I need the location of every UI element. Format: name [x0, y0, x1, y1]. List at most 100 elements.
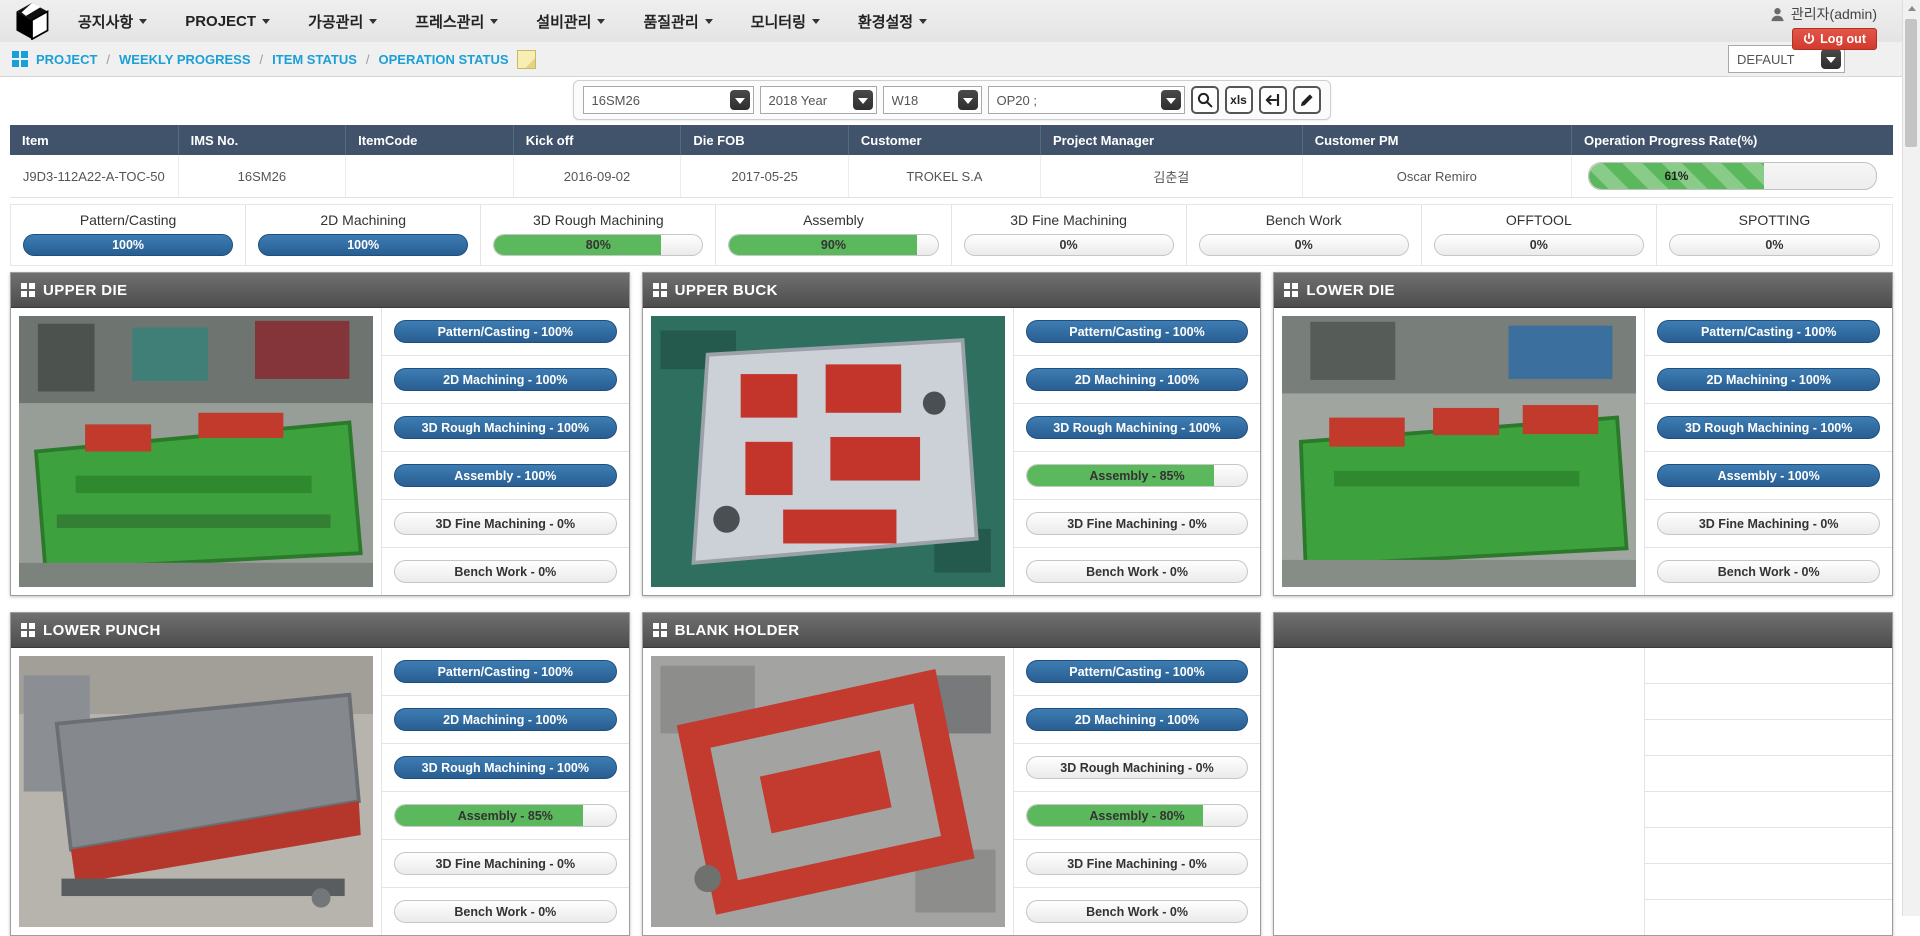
- step-row: Bench Work - 0%: [1014, 888, 1261, 935]
- step-row: 2D Machining - 100%: [1014, 696, 1261, 744]
- step-row: Pattern/Casting - 100%: [382, 308, 629, 356]
- breadcrumb-link[interactable]: ITEM STATUS: [272, 52, 357, 67]
- progress-pill[interactable]: 3D Rough Machining - 100%: [1657, 416, 1880, 439]
- column-header: Kick off: [513, 125, 681, 155]
- nav-menu-item[interactable]: 공지사항: [78, 11, 147, 32]
- filter-select-year[interactable]: 2018 Year: [760, 86, 877, 114]
- nav-menu-item[interactable]: 프레스관리: [415, 11, 498, 32]
- progress-pill[interactable]: 3D Fine Machining - 0%: [1026, 512, 1249, 535]
- pill-label: 3D Fine Machining - 0%: [1699, 517, 1839, 531]
- panel-upper-buck: UPPER BUCK Pattern/Casting - 100% 2D Machi…: [642, 272, 1262, 596]
- app-logo-icon[interactable]: [12, 2, 52, 40]
- grid-icon: [653, 623, 667, 637]
- progress-pill[interactable]: 3D Fine Machining - 0%: [1657, 512, 1880, 535]
- progress-pill[interactable]: 2D Machining - 100%: [1026, 368, 1249, 391]
- nav-menu-item[interactable]: PROJECT: [185, 13, 270, 30]
- progress-pill[interactable]: 3D Rough Machining - 100%: [394, 756, 617, 779]
- pill-label: 100%: [112, 238, 144, 252]
- nav-menu-item[interactable]: 환경설정: [858, 11, 927, 32]
- progress-pill[interactable]: Pattern/Casting - 100%: [394, 660, 617, 683]
- nav-item-label: 가공관리: [308, 11, 363, 32]
- panel-body: Pattern/Casting - 100% 2D Machining - 100…: [11, 308, 629, 595]
- panel-photo[interactable]: [1274, 308, 1644, 595]
- progress-pill[interactable]: Pattern/Casting - 100%: [1657, 320, 1880, 343]
- column-header: Customer PM: [1302, 125, 1571, 155]
- progress-pill[interactable]: 2D Machining - 100%: [1657, 368, 1880, 391]
- panel-title: BLANK HOLDER: [675, 622, 800, 639]
- progress-pill[interactable]: 3D Rough Machining - 100%: [1026, 416, 1249, 439]
- pill-label: Pattern/Casting - 100%: [1069, 325, 1204, 339]
- scrollbar-thumb[interactable]: [1905, 19, 1917, 147]
- panel-photo[interactable]: [643, 648, 1013, 935]
- progress-pill[interactable]: 3D Rough Machining - 100%: [394, 416, 617, 439]
- column-header: Item: [10, 125, 178, 155]
- dropdown-arrow-icon: [1821, 49, 1841, 69]
- nav-menu-item[interactable]: 설비관리: [536, 11, 605, 32]
- edit-button[interactable]: [1293, 86, 1321, 114]
- progress-pill[interactable]: Assembly - 100%: [394, 464, 617, 487]
- vertical-scrollbar[interactable]: [1902, 0, 1920, 916]
- progress-pill[interactable]: 3D Fine Machining - 0%: [394, 512, 617, 535]
- cell: Oscar Remiro: [1302, 155, 1571, 197]
- progress-pill[interactable]: Bench Work - 0%: [1026, 560, 1249, 583]
- progress-pill[interactable]: Assembly - 85%: [394, 804, 617, 827]
- filter-select-operation[interactable]: OP20 ;: [988, 86, 1185, 114]
- note-icon[interactable]: [517, 50, 536, 69]
- panel-photo[interactable]: [11, 648, 381, 935]
- scroll-up-arrow[interactable]: [1903, 0, 1920, 17]
- step-row: 2D Machining - 100%: [382, 696, 629, 744]
- step-row: 2D Machining - 100%: [1014, 356, 1261, 404]
- progress-pill[interactable]: Bench Work - 0%: [394, 560, 617, 583]
- panel-header: UPPER BUCK: [643, 273, 1261, 308]
- nav-menu-item[interactable]: 품질관리: [643, 11, 712, 32]
- breadcrumb-link[interactable]: PROJECT: [36, 52, 97, 67]
- progress-pill[interactable]: Pattern/Casting - 100%: [1026, 660, 1249, 683]
- summary-item: 3D Fine Machining0%: [952, 205, 1187, 265]
- progress-pill[interactable]: Assembly - 85%: [1026, 464, 1249, 487]
- progress-pill[interactable]: Bench Work - 0%: [1026, 900, 1249, 923]
- panel-title: LOWER PUNCH: [43, 622, 161, 639]
- panel-photo[interactable]: [643, 308, 1013, 595]
- progress-pill[interactable]: Bench Work - 0%: [1657, 560, 1880, 583]
- nav-menu-item[interactable]: 모니터링: [751, 11, 820, 32]
- panel-photo[interactable]: [11, 308, 381, 595]
- progress-pill[interactable]: Pattern/Casting - 100%: [1026, 320, 1249, 343]
- nav-menu-item[interactable]: 가공관리: [308, 11, 377, 32]
- pill-label: 2D Machining - 100%: [1707, 373, 1831, 387]
- step-row: 3D Fine Machining - 0%: [382, 500, 629, 548]
- panel-steps: Pattern/Casting - 100% 2D Machining - 100…: [381, 648, 629, 935]
- pill-label: 3D Rough Machining - 100%: [422, 421, 589, 435]
- summary-label: 3D Fine Machining: [964, 212, 1174, 228]
- progress-pill[interactable]: 3D Rough Machining - 0%: [1026, 756, 1249, 779]
- progress-pill[interactable]: 2D Machining - 100%: [394, 708, 617, 731]
- progress-pill[interactable]: Pattern/Casting - 100%: [394, 320, 617, 343]
- excel-export-button[interactable]: xls: [1225, 86, 1253, 114]
- select-value: 16SM26: [592, 93, 640, 108]
- progress-pill[interactable]: 3D Fine Machining - 0%: [394, 852, 617, 875]
- step-row: 2D Machining - 100%: [1645, 356, 1892, 404]
- search-button[interactable]: [1191, 86, 1219, 114]
- pill-label: Bench Work - 0%: [454, 565, 556, 579]
- nav-item-label: 품질관리: [643, 11, 698, 32]
- summary-label: Bench Work: [1199, 212, 1409, 228]
- pill-label: 0%: [1530, 238, 1548, 252]
- step-row: 3D Rough Machining - 0%: [1014, 744, 1261, 792]
- progress-pill[interactable]: Assembly - 80%: [1026, 804, 1249, 827]
- progress-pill[interactable]: Bench Work - 0%: [394, 900, 617, 923]
- enter-button[interactable]: [1259, 86, 1287, 114]
- pill-label: 3D Rough Machining - 100%: [1053, 421, 1220, 435]
- filter-select-week[interactable]: W18: [883, 86, 982, 114]
- progress-pill[interactable]: 2D Machining - 100%: [1026, 708, 1249, 731]
- breadcrumb-link[interactable]: WEEKLY PROGRESS: [119, 52, 250, 67]
- pill-label: 3D Fine Machining - 0%: [436, 517, 576, 531]
- progress-pill[interactable]: Assembly - 100%: [1657, 464, 1880, 487]
- progress-pill[interactable]: 3D Fine Machining - 0%: [1026, 852, 1249, 875]
- breadcrumb-link[interactable]: OPERATION STATUS: [379, 52, 509, 67]
- progress-pill[interactable]: 2D Machining - 100%: [394, 368, 617, 391]
- logout-button[interactable]: Log out: [1792, 28, 1877, 50]
- pill-label: Assembly - 85%: [1089, 469, 1184, 483]
- filter-select-item[interactable]: 16SM26: [583, 86, 754, 114]
- pill-label: Assembly - 100%: [1718, 469, 1820, 483]
- summary-label: Assembly: [728, 212, 938, 228]
- column-header: Operation Progress Rate(%): [1571, 125, 1893, 155]
